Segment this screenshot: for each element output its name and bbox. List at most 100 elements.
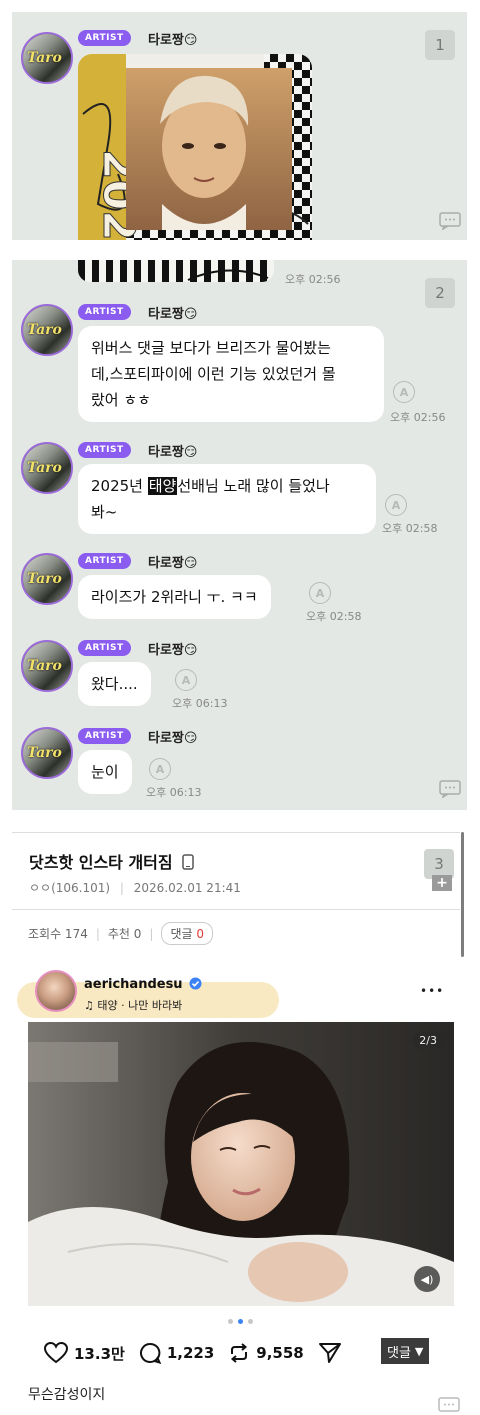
artist-avatar[interactable]: Taro [21, 32, 73, 84]
message-text: 2025년 [91, 477, 148, 495]
instagram-photo[interactable]: 2/3 ◀) [28, 1022, 454, 1306]
like-button[interactable]: 13.3만 [44, 1342, 125, 1364]
sender-name: 타로짱😏 [148, 731, 198, 746]
caret-down-icon: ▼ [414, 1344, 424, 1358]
highlighted-text: 태양 [147, 477, 178, 495]
artist-avatar[interactable]: Taro [21, 304, 73, 356]
send-icon [318, 1343, 341, 1363]
page: Taro ARTIST 타로짱😏 2025 1 오후 02:56 2 Taro … [0, 0, 480, 1415]
message-time: 오후 02:56 [390, 411, 446, 424]
comment-button[interactable]: 1,223 [139, 1342, 214, 1364]
comment-toggle-button[interactable]: 댓글 ▼ [381, 1338, 430, 1364]
username-text: aerichandesu [84, 977, 183, 992]
comment-count: 0 [196, 927, 205, 941]
post-title-text: 닷츠핫 인스타 개터짐 [29, 853, 173, 872]
artist-avatar[interactable]: Taro [21, 442, 73, 494]
action-bar: 13.3만 1,223 9,558 [44, 1342, 356, 1364]
message-text: 선배님 노래 많이 들었나 [177, 477, 330, 495]
artist-badge: ARTIST [78, 553, 131, 569]
carousel-dots [228, 1319, 253, 1324]
verified-icon [189, 977, 202, 990]
message-bubble[interactable]: 위버스 댓글 보다가 브리즈가 물어봤는 데,스포티파이에 이런 기능 있었던거… [78, 326, 384, 422]
comment-label: 댓글 [170, 927, 193, 941]
screenshot-number-badge: 2 [425, 278, 455, 308]
comment-icon[interactable] [438, 1397, 460, 1415]
view-count: 조회수 174 [28, 927, 88, 941]
carousel-dot-active[interactable] [238, 1319, 243, 1324]
comment-count-chip[interactable]: 댓글 0 [161, 922, 214, 945]
sender-name: 타로짱😏 [148, 556, 198, 571]
screenshot-number-badge: 1 [425, 30, 455, 60]
post-date: 2026.02.01 21:41 [133, 881, 241, 895]
recommend-count: 추천 0 [107, 927, 142, 941]
sender-name: 타로짱😏 [148, 33, 198, 48]
reaction-icon[interactable]: A [393, 381, 415, 403]
message-time: 오후 02:56 [285, 273, 341, 286]
message-text-line: 데,스포티파이에 이런 기능 있었던거 몰 [91, 365, 336, 383]
album-art-bottom [78, 260, 274, 282]
message-text-line: 랐어 ㅎㅎ [91, 391, 151, 409]
message-bubble[interactable]: 2025년 태양선배님 노래 많이 들었나 봐~ [78, 464, 376, 534]
instagram-username[interactable]: aerichandesu [84, 977, 202, 992]
instagram-song[interactable]: ♫ 태양 · 나만 바라봐 [84, 997, 182, 1013]
repost-icon [231, 1343, 248, 1363]
message-text-line: 2025년 태양선배님 노래 많이 들었나 [91, 473, 363, 499]
chat-screenshot-1: Taro ARTIST 타로짱😏 2025 1 [12, 12, 467, 240]
shared-image-continued[interactable] [78, 260, 274, 282]
artist-badge: ARTIST [78, 304, 131, 320]
reaction-icon[interactable]: A [149, 758, 171, 780]
artist-avatar[interactable]: Taro [21, 640, 73, 692]
post-title[interactable]: 닷츠핫 인스타 개터짐 [29, 849, 194, 873]
reaction-icon[interactable]: A [175, 669, 197, 691]
sender-name: 타로짱😏 [148, 307, 198, 322]
artist-badge: ARTIST [78, 640, 131, 656]
message-bubble[interactable]: 라이즈가 2위라니 ㅜ. ㅋㅋ [78, 575, 271, 619]
heart-icon [44, 1342, 68, 1364]
message-time: 오후 06:13 [172, 697, 228, 710]
comment-icon[interactable] [439, 212, 461, 230]
post-header: 닷츠핫 인스타 개터짐 ㅇㅇ(106.101) | 2026.02.01 21:… [12, 832, 460, 910]
chat-screenshot-2: 오후 02:56 2 Taro ARTIST 타로짱😏 위버스 댓글 보다가 브… [12, 260, 467, 810]
artist-badge: ARTIST [78, 30, 131, 46]
message-text-line: 봐~ [91, 503, 118, 521]
sender-name: 타로짱😏 [148, 643, 198, 658]
like-count: 13.3만 [74, 1344, 125, 1363]
music-note-icon: ♫ [84, 999, 94, 1012]
message-time: 오후 02:58 [382, 522, 438, 535]
add-icon[interactable]: + [432, 875, 452, 891]
song-text: 태양 · 나만 바라봐 [97, 999, 183, 1012]
message-text-line: 위버스 댓글 보다가 브리즈가 물어봤는 [91, 339, 331, 357]
reaction-icon[interactable]: A [309, 582, 331, 604]
repost-count: 9,558 [256, 1344, 304, 1362]
volume-icon[interactable]: ◀) [414, 1266, 440, 1292]
shared-image[interactable]: 2025 [78, 54, 312, 240]
carousel-dot[interactable] [248, 1319, 253, 1324]
speech-bubble-icon [139, 1342, 161, 1364]
mobile-icon [182, 854, 194, 870]
reaction-icon[interactable]: A [385, 494, 407, 516]
photo-content [28, 1022, 454, 1306]
artist-avatar[interactable]: Taro [21, 727, 73, 779]
repost-button[interactable]: 9,558 [228, 1342, 304, 1364]
post-stats: 조회수 174 | 추천 0 | 댓글 0 [28, 922, 214, 945]
artist-avatar[interactable]: Taro [21, 553, 73, 605]
carousel-dot[interactable] [228, 1319, 233, 1324]
instagram-caption: 무슨감성이지 [28, 1387, 106, 1403]
scrollbar[interactable] [461, 832, 464, 957]
comment-count: 1,223 [166, 1344, 215, 1362]
comment-icon[interactable] [439, 780, 461, 798]
more-options-icon[interactable]: ••• [420, 984, 444, 998]
message-bubble[interactable]: 왔다.... [78, 662, 151, 706]
post-meta: ㅇㅇ(106.101) | 2026.02.01 21:41 [29, 881, 241, 895]
photo-counter: 2/3 [412, 1032, 444, 1049]
post-author[interactable]: ㅇㅇ(106.101) [29, 881, 110, 895]
sender-name: 타로짱😏 [148, 445, 198, 460]
message-time: 오후 02:58 [306, 610, 362, 623]
artist-badge: ARTIST [78, 728, 131, 744]
comment-button-label: 댓글 [387, 1345, 411, 1361]
artist-badge: ARTIST [78, 442, 131, 458]
instagram-avatar[interactable] [35, 970, 77, 1012]
message-bubble[interactable]: 눈이 [78, 750, 132, 794]
share-button[interactable] [318, 1342, 342, 1364]
message-time: 오후 06:13 [146, 786, 202, 799]
